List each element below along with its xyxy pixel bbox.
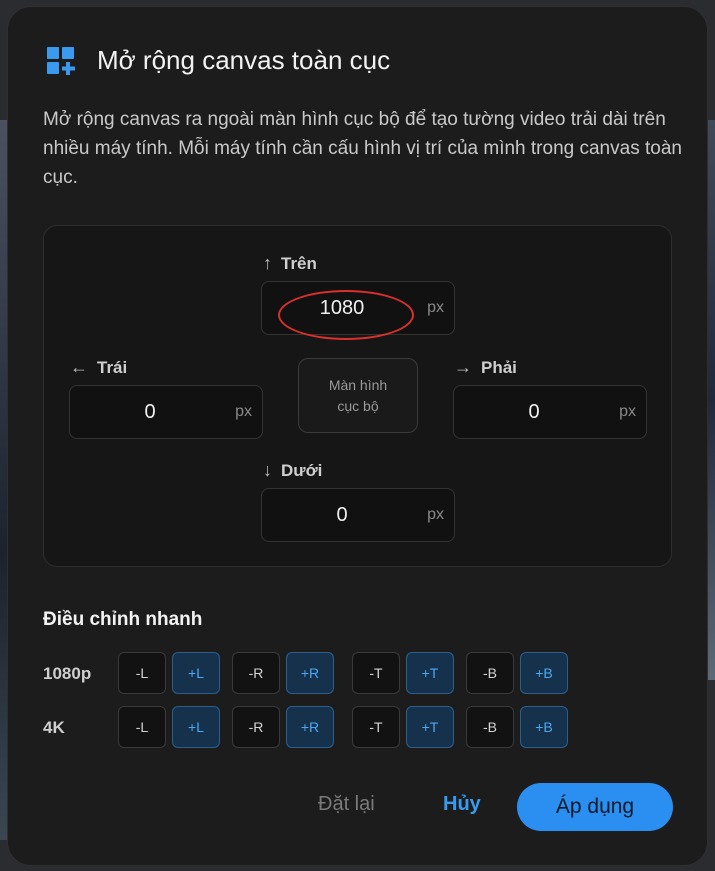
- local-screen-box: Màn hình cục bộ: [298, 358, 418, 433]
- left-value[interactable]: 0: [70, 386, 230, 438]
- dialog-title: Mở rộng canvas toàn cục: [97, 45, 391, 75]
- right-value[interactable]: 0: [454, 386, 614, 438]
- top-px-input[interactable]: 1080 px: [261, 281, 455, 335]
- quick-1080p-minus-top-button[interactable]: -T: [352, 652, 400, 694]
- quick-4k-minus-right-button[interactable]: -R: [232, 706, 280, 748]
- global-canvas-dialog: Mở rộng canvas toàn cục Mở rộng canvas r…: [7, 6, 708, 866]
- top-unit: px: [427, 299, 444, 316]
- quick-1080p-minus-bottom-button[interactable]: -B: [466, 652, 514, 694]
- top-label: ↑ Trên: [263, 253, 317, 274]
- left-label-text: Trái: [97, 357, 128, 377]
- apply-button[interactable]: Áp dụng: [517, 783, 673, 831]
- quick-row-label-4k: 4K: [43, 718, 65, 737]
- left-label: ← Trái: [70, 357, 127, 378]
- quick-1080p-plus-bottom-button[interactable]: +B: [520, 652, 568, 694]
- bottom-label-text: Dưới: [281, 460, 323, 480]
- quick-4k-minus-top-button[interactable]: -T: [352, 706, 400, 748]
- quick-1080p-plus-left-button[interactable]: +L: [172, 652, 220, 694]
- arrow-down-icon: ↓: [263, 460, 272, 480]
- quick-adjust-title: Điều chỉnh nhanh: [43, 609, 203, 630]
- left-px-input[interactable]: 0 px: [69, 385, 263, 439]
- arrow-up-icon: ↑: [263, 253, 272, 273]
- local-screen-line1: Màn hình: [328, 376, 388, 393]
- quick-4k-minus-bottom-button[interactable]: -B: [466, 706, 514, 748]
- dialog-description: Mở rộng canvas ra ngoài màn hình cục bộ …: [43, 109, 682, 188]
- bottom-value[interactable]: 0: [262, 489, 422, 541]
- bottom-unit: px: [427, 506, 444, 523]
- local-screen-line2: cục bộ: [337, 397, 379, 414]
- quick-1080p-minus-right-button[interactable]: -R: [232, 652, 280, 694]
- right-px-input[interactable]: 0 px: [453, 385, 647, 439]
- quick-1080p-plus-right-button[interactable]: +R: [286, 652, 334, 694]
- right-unit: px: [619, 403, 636, 420]
- top-value[interactable]: 1080: [262, 282, 422, 334]
- grid-plus-icon: [47, 46, 75, 75]
- arrow-left-icon: ←: [70, 357, 88, 377]
- quick-4k-plus-left-button[interactable]: +L: [172, 706, 220, 748]
- reset-button[interactable]: Đặt lại: [318, 793, 375, 816]
- quick-1080p-plus-top-button[interactable]: +T: [406, 652, 454, 694]
- top-label-text: Trên: [281, 253, 317, 273]
- quick-4k-plus-bottom-button[interactable]: +B: [520, 706, 568, 748]
- quick-4k-plus-right-button[interactable]: +R: [286, 706, 334, 748]
- cancel-button[interactable]: Hủy: [443, 793, 481, 816]
- right-label: → Phải: [454, 357, 517, 378]
- quick-1080p-minus-left-button[interactable]: -L: [118, 652, 166, 694]
- bottom-label: ↓ Dưới: [263, 460, 322, 481]
- quick-row-label-1080p: 1080p: [43, 664, 92, 683]
- dialog-header: Mở rộng canvas toàn cục: [46, 45, 390, 76]
- bottom-px-input[interactable]: 0 px: [261, 488, 455, 542]
- quick-4k-plus-top-button[interactable]: +T: [406, 706, 454, 748]
- left-unit: px: [235, 403, 252, 420]
- quick-4k-minus-left-button[interactable]: -L: [118, 706, 166, 748]
- arrow-right-icon: →: [454, 357, 472, 377]
- right-label-text: Phải: [481, 357, 517, 377]
